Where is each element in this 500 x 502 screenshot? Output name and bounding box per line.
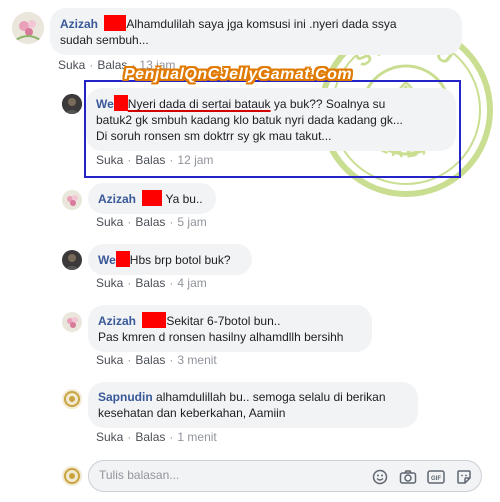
avatar-flowers-icon (62, 190, 82, 210)
reply-link[interactable]: Balas (135, 276, 165, 290)
comment-text: Di soruh ronsen sm doktrr sy gk mau taku… (96, 129, 332, 143)
svg-text:GIF: GIF (431, 476, 441, 482)
reply-link[interactable]: Balas (135, 353, 165, 367)
author-name[interactable]: Azizah (98, 314, 136, 328)
redaction-mark (142, 190, 163, 206)
comment-text: Sekitar 6-7botol bun.. (166, 314, 281, 328)
like-link[interactable]: Suka (58, 58, 85, 72)
comment-bubble: Sapnudin alhamdulillah bu.. semoga selal… (88, 382, 418, 428)
reply-input[interactable] (99, 468, 349, 482)
comment-text: batuk2 gk smbuh kadang klo batuk nyri da… (96, 113, 403, 127)
like-link[interactable]: Suka (96, 153, 123, 167)
timestamp[interactable]: 4 jam (177, 276, 206, 290)
comment-bubble: Azizah Sekitar 6-7botol bun.. Pas kmren … (88, 305, 372, 352)
comment-text: Hbs brp botol buk? (129, 253, 231, 267)
comment-actions: Suka · Balas · 4 jam (96, 276, 207, 290)
avatar[interactable] (62, 312, 82, 332)
comment-text: Alhamdulilah saya jga komsusi ini .nyeri… (126, 17, 397, 31)
avatar[interactable] (62, 94, 82, 114)
comment-bubble: We Nyeri dada di sertai batauk ya buk?? S… (86, 88, 456, 151)
emoji-icon[interactable] (371, 468, 389, 486)
redaction-mark (142, 312, 167, 328)
reply-link[interactable]: Balas (135, 430, 165, 444)
comment-text: alhamdulillah bu.. semoga selalu di beri… (156, 390, 386, 404)
timestamp[interactable]: 3 menit (177, 353, 216, 367)
comment-text: Ya bu.. (165, 192, 203, 206)
redaction-mark (113, 95, 128, 111)
current-user-avatar (62, 466, 82, 486)
avatar-flowers-icon (62, 312, 82, 332)
author-name[interactable]: We (96, 97, 114, 111)
comment-bubble: Azizah Ya bu.. (88, 183, 216, 214)
comment-actions: Suka · Balas · 3 menit (96, 353, 217, 367)
timestamp[interactable]: 5 jam (177, 215, 206, 229)
comment-bubble: Azizah Alhamdulilah saya jga komsusi ini… (50, 8, 462, 55)
like-link[interactable]: Suka (96, 215, 123, 229)
gif-icon[interactable]: GIF (427, 468, 445, 486)
redaction-mark (115, 251, 130, 267)
comment-text: Pas kmren d ronsen hasilny alhamdllh ber… (98, 330, 344, 344)
like-link[interactable]: Suka (96, 353, 123, 367)
timestamp[interactable]: 1 menit (177, 430, 216, 444)
watermark-banner: PenjualQnCJellyGamat.Com (124, 66, 353, 83)
author-name[interactable]: Azizah (60, 17, 98, 31)
comment-bubble: We Hbs brp botol buk? (88, 244, 252, 275)
comment-text: kesehatan dan keberkahan, Aamiin (98, 406, 286, 420)
avatar[interactable] (62, 250, 82, 270)
avatar-logo-icon (62, 466, 82, 486)
comment-text: ya buk?? Soalnya su (270, 97, 386, 111)
redaction-mark (104, 15, 127, 31)
avatar-person-icon (62, 250, 82, 270)
camera-icon[interactable] (399, 468, 417, 486)
comment-text-underlined: Nyeri dada di sertai batauk (127, 97, 271, 111)
avatar[interactable] (62, 190, 82, 210)
reply-link[interactable]: Balas (135, 215, 165, 229)
author-name[interactable]: Sapnudin (98, 390, 153, 404)
reply-link[interactable]: Balas (135, 153, 165, 167)
avatar[interactable] (12, 12, 44, 44)
comment-actions: Suka · Balas · 5 jam (96, 215, 207, 229)
timestamp[interactable]: 12 jam (177, 153, 213, 167)
author-name[interactable]: Azizah (98, 192, 136, 206)
avatar-logo-icon (62, 389, 82, 409)
comment-actions: Suka · Balas · 1 menit (96, 430, 217, 444)
avatar-flowers-icon (12, 12, 44, 44)
author-name[interactable]: We (98, 253, 116, 267)
reply-bar: GIF (88, 460, 482, 492)
comment-text: sudah sembuh... (60, 33, 149, 47)
avatar-person-icon (62, 94, 82, 114)
sticker-icon[interactable] (455, 468, 473, 486)
comment-actions: Suka · Balas · 12 jam (96, 153, 214, 167)
like-link[interactable]: Suka (96, 276, 123, 290)
reply-link[interactable]: Balas (97, 58, 127, 72)
avatar[interactable] (62, 389, 82, 409)
like-link[interactable]: Suka (96, 430, 123, 444)
